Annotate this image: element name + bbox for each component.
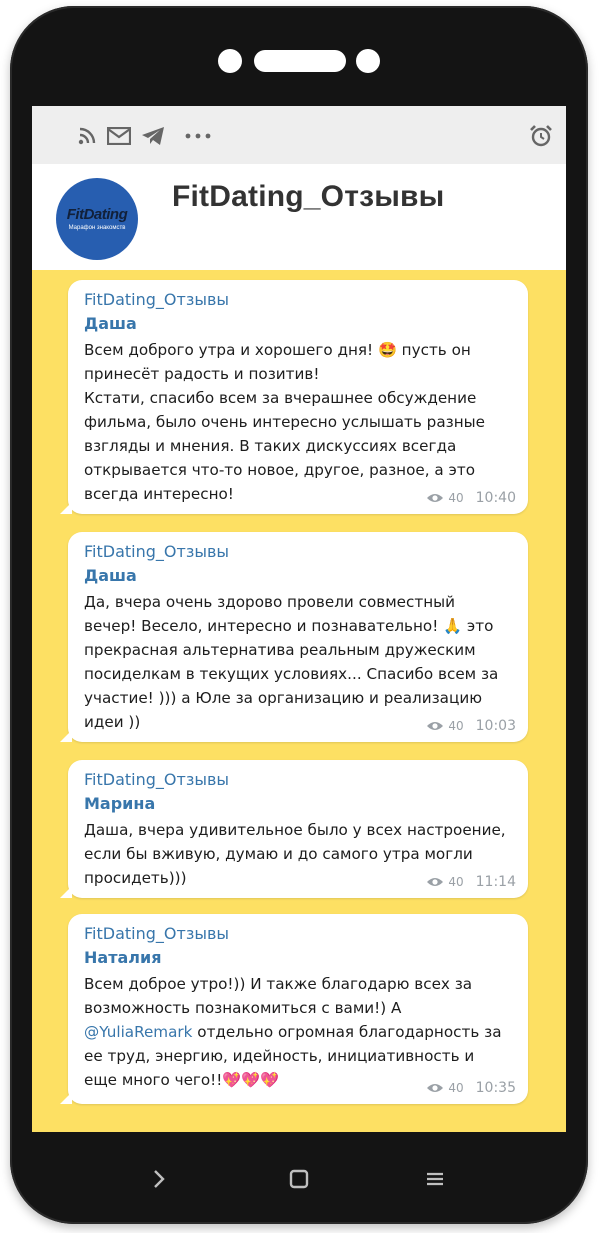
message-text: Всем доброго утра и хорошего дня! 🤩 пуст… [84,341,485,503]
message-time: 10:03 [475,718,516,734]
message-author[interactable]: Марина [84,794,155,813]
folded-hands-emoji: 🙏 [443,617,463,635]
view-count: 40 [448,719,464,733]
phone-frame: FitDating Марафон знакомств FitDating_От… [10,6,588,1224]
sparkling-heart-emojis: 💖💖💖 [222,1071,280,1089]
telegram-icon [140,124,166,148]
channel-header[interactable]: FitDating Марафон знакомств FitDating_От… [32,164,566,270]
mail-icon [106,124,132,148]
message-text: Да, вчера очень здорово провели совместн… [84,593,499,731]
star-struck-emoji: 🤩 [377,341,397,359]
menu-icon[interactable] [422,1166,448,1192]
channel-title: FitDating_Отзывы [172,180,445,213]
message-meta: 40 10:40 [426,488,516,508]
view-count: 40 [448,875,464,889]
home-square-icon[interactable] [286,1166,312,1192]
message-time: 10:35 [475,1080,516,1096]
screen: FitDating Марафон знакомств FitDating_От… [32,106,566,1132]
view-count: 40 [448,1081,464,1095]
message-bubble[interactable]: FitDating_Отзывы Даша Да, вчера очень зд… [60,532,528,742]
message-channel-name[interactable]: FitDating_Отзывы [84,290,229,309]
status-bar [32,106,566,164]
message-author[interactable]: Наталия [84,948,161,967]
view-count: 40 [448,491,464,505]
message-time: 11:14 [475,874,516,890]
android-nav-bar [10,1132,588,1224]
front-camera [218,49,242,73]
message-bubble[interactable]: FitDating_Отзывы Даша Всем доброго утра … [60,280,528,514]
alarm-clock-icon [528,124,554,148]
rss-icon [76,124,98,148]
message-time: 10:40 [475,490,516,506]
message-bubble[interactable]: FitDating_Отзывы Наталия Всем доброе утр… [60,914,528,1104]
avatar-logo: FitDating [66,206,128,223]
avatar-subtitle: Марафон знакомств [68,225,126,231]
message-author[interactable]: Даша [84,566,137,585]
message-meta: 40 11:14 [426,872,516,892]
eye-icon [427,1084,444,1092]
more-icon[interactable] [184,124,212,148]
eye-icon [427,878,444,886]
message-channel-name[interactable]: FitDating_Отзывы [84,770,229,789]
message-author[interactable]: Даша [84,314,137,333]
channel-avatar[interactable]: FitDating Марафон знакомств [56,178,138,260]
user-mention-link[interactable]: @YuliaRemark [84,1023,192,1041]
message-meta: 40 10:03 [426,716,516,736]
back-chevron-icon[interactable] [146,1166,172,1192]
eye-icon [427,494,444,502]
message-bubble[interactable]: FitDating_Отзывы Марина Даша, вчера удив… [60,760,528,898]
earpiece-speaker [254,50,346,72]
sensor [356,49,380,73]
message-channel-name[interactable]: FitDating_Отзывы [84,924,229,943]
message-channel-name[interactable]: FitDating_Отзывы [84,542,229,561]
message-meta: 40 10:35 [426,1078,516,1098]
eye-icon [427,722,444,730]
message-text: Всем доброе утро!)) И также благодарю вс… [84,975,502,1089]
